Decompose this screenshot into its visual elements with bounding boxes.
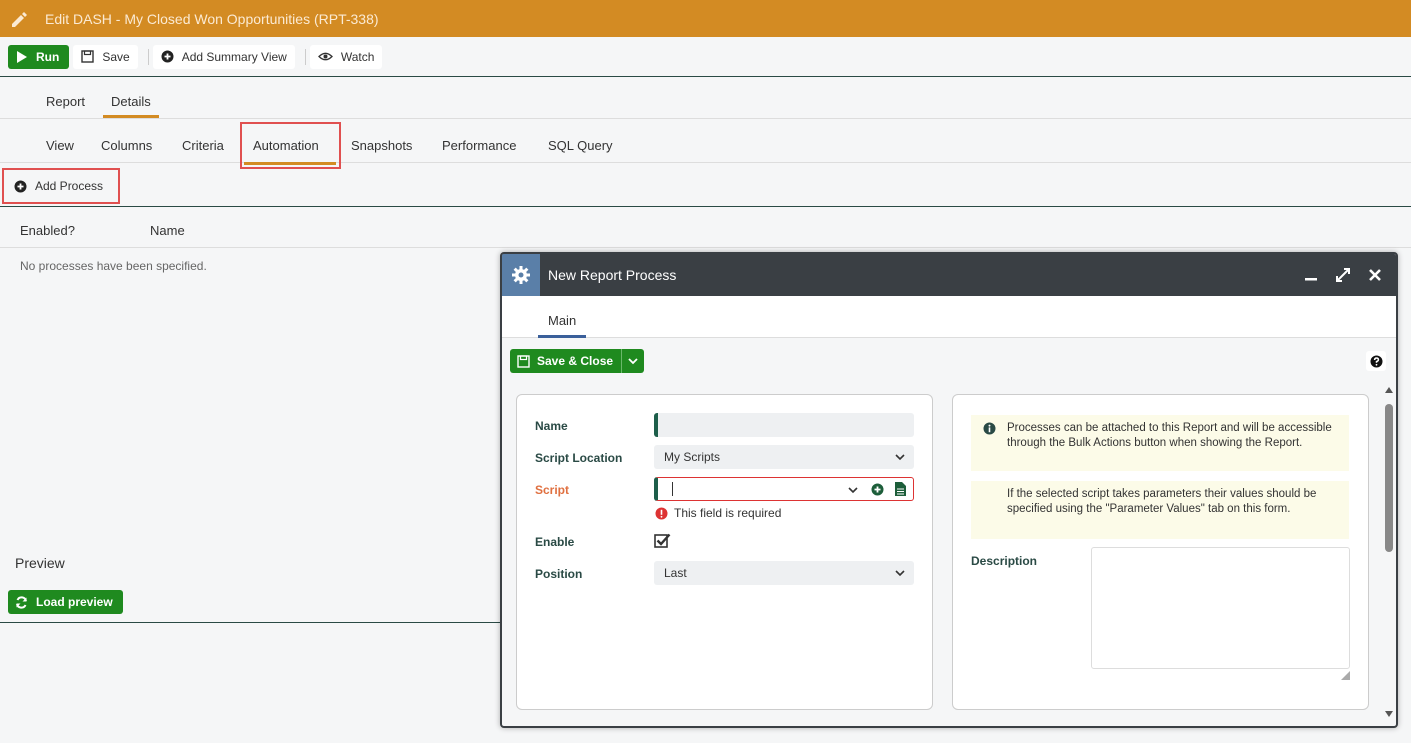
- info-message-bulk-actions: Processes can be attached to this Report…: [971, 415, 1349, 471]
- description-label: Description: [971, 554, 1038, 568]
- main-tabs: Report Details: [0, 78, 1411, 119]
- plus-circle-icon: [14, 180, 27, 192]
- gear-icon: [502, 254, 540, 296]
- minimize-icon[interactable]: [1302, 266, 1320, 284]
- position-select[interactable]: Last: [654, 561, 914, 585]
- scrollbar-thumb[interactable]: [1385, 404, 1393, 552]
- script-location-select[interactable]: My Scripts: [654, 445, 914, 469]
- description-textarea[interactable]: [1091, 547, 1350, 669]
- name-input[interactable]: [654, 413, 914, 437]
- eye-icon: [317, 52, 333, 61]
- title-bar: Edit DASH - My Closed Won Opportunities …: [0, 0, 1411, 37]
- floppy-icon: [517, 354, 530, 368]
- info-icon: [983, 422, 996, 435]
- tab-view[interactable]: View: [46, 138, 74, 153]
- preview-title: Preview: [15, 555, 65, 571]
- text-caret: [672, 482, 673, 496]
- dialog-header: New Report Process: [502, 254, 1396, 296]
- toolbar-separator: [304, 48, 306, 65]
- scroll-down-icon[interactable]: [1384, 710, 1394, 718]
- name-label: Name: [535, 419, 568, 433]
- empty-message: No processes have been specified.: [20, 259, 207, 273]
- tab-details[interactable]: Details: [103, 94, 159, 118]
- tab-report[interactable]: Report: [38, 94, 93, 118]
- toolbar-separator: [147, 48, 149, 65]
- save-options-dropdown[interactable]: [622, 349, 644, 373]
- save-close-button[interactable]: Save & Close: [510, 349, 623, 373]
- position-label: Position: [535, 567, 583, 581]
- load-preview-button[interactable]: Load preview: [8, 590, 123, 614]
- tab-snapshots[interactable]: Snapshots: [351, 138, 412, 153]
- run-button[interactable]: Run: [8, 44, 70, 69]
- page-title: Edit DASH - My Closed Won Opportunities …: [45, 10, 379, 27]
- chevron-down-icon: [895, 570, 905, 577]
- position-value: Last: [664, 566, 687, 580]
- close-icon[interactable]: [1366, 266, 1384, 284]
- save-button[interactable]: Save: [73, 44, 138, 69]
- tab-main[interactable]: Main: [538, 296, 587, 338]
- enable-checkbox[interactable]: [654, 533, 671, 549]
- tab-sql-query[interactable]: SQL Query: [548, 138, 613, 153]
- tab-criteria[interactable]: Criteria: [182, 138, 224, 153]
- question-icon: [1370, 355, 1382, 367]
- divider: [0, 206, 1411, 207]
- tab-performance[interactable]: Performance: [442, 138, 516, 153]
- script-select[interactable]: [654, 477, 914, 501]
- chevron-down-icon[interactable]: [847, 484, 859, 496]
- column-header-name[interactable]: Name: [150, 223, 185, 238]
- dialog-tabs: Main: [502, 296, 1396, 338]
- chevron-down-icon: [628, 358, 638, 365]
- save-close-button-group: Save & Close: [510, 349, 645, 373]
- dialog-title: New Report Process: [548, 267, 677, 283]
- pencil-icon: [12, 11, 27, 27]
- highlight-box-automation: [240, 122, 341, 169]
- error-icon: [655, 507, 668, 519]
- refresh-icon: [16, 595, 27, 609]
- play-icon: [17, 50, 27, 63]
- scroll-up-icon[interactable]: [1384, 386, 1394, 394]
- add-summary-view-button[interactable]: Add Summary View: [152, 44, 295, 69]
- process-form-panel: Name Script Location My Scripts Script T…: [516, 394, 933, 710]
- resize-handle-icon[interactable]: [1341, 671, 1350, 680]
- plus-circle-icon: [161, 50, 174, 63]
- floppy-icon: [81, 50, 95, 63]
- column-header-enabled[interactable]: Enabled?: [20, 223, 75, 238]
- info-panel: Processes can be attached to this Report…: [952, 394, 1369, 710]
- toolbar: Run Save Add Summary View Watch: [0, 37, 1411, 77]
- script-location-value: My Scripts: [664, 450, 721, 464]
- plus-circle-icon[interactable]: [871, 483, 884, 496]
- tab-columns[interactable]: Columns: [101, 138, 152, 153]
- new-report-process-dialog: New Report Process Main Save & Close Nam…: [500, 252, 1398, 728]
- chevron-down-icon: [895, 454, 905, 461]
- watch-button[interactable]: Watch: [309, 44, 383, 69]
- required-error: This field is required: [655, 506, 781, 520]
- help-button[interactable]: [1366, 351, 1386, 371]
- document-icon[interactable]: [895, 482, 906, 496]
- sub-tabs: View Columns Criteria Automation Snapsho…: [0, 119, 1411, 163]
- script-location-label: Script Location: [535, 451, 623, 465]
- maximize-icon[interactable]: [1334, 266, 1352, 284]
- add-process-button[interactable]: Add Process: [2, 168, 120, 204]
- enable-label: Enable: [535, 535, 575, 549]
- script-label: Script: [535, 483, 570, 497]
- divider: [0, 247, 1411, 248]
- info-message-parameters: If the selected script takes parameters …: [971, 481, 1349, 539]
- dialog-scrollbar[interactable]: [1382, 382, 1396, 726]
- divider: [0, 622, 502, 623]
